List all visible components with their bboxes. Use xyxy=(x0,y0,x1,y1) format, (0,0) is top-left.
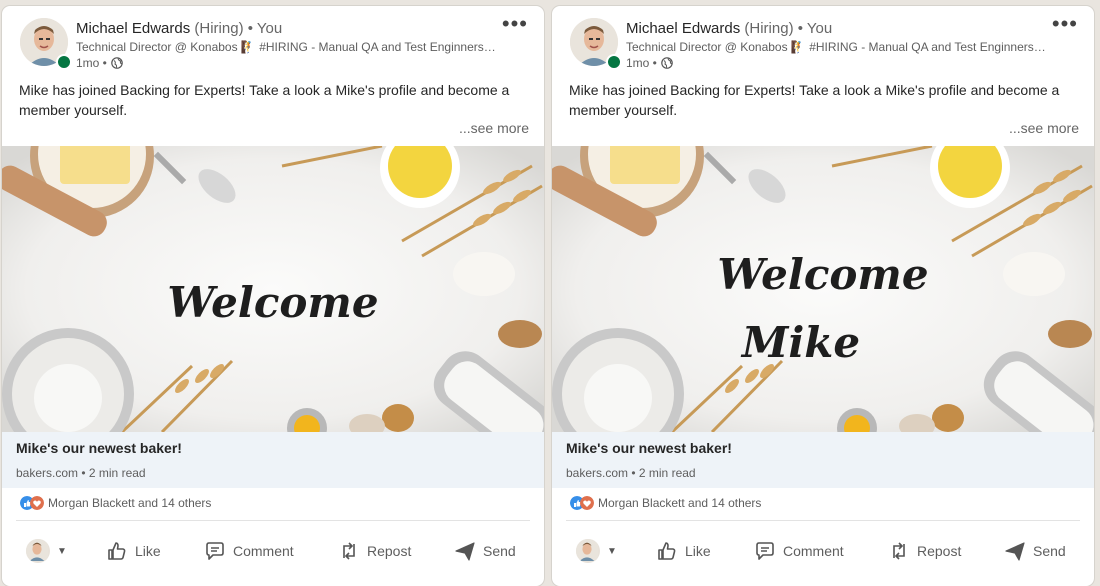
divider xyxy=(566,520,1080,521)
post-time: 1mo • xyxy=(626,56,657,70)
repost-label: Repost xyxy=(367,543,412,559)
you-label: • You xyxy=(247,20,283,37)
more-options-icon[interactable]: ••• xyxy=(502,13,528,35)
like-label: Like xyxy=(685,543,711,559)
actor-avatar xyxy=(26,539,50,563)
send-button[interactable]: Send xyxy=(454,534,516,568)
globe-icon xyxy=(111,57,123,69)
repost-label: Repost xyxy=(917,543,962,559)
article-title[interactable]: Mike's our newest baker! xyxy=(566,440,732,456)
reactions-summary[interactable]: Morgan Blackett and 14 others xyxy=(570,496,761,510)
actor-switcher[interactable]: ▼ xyxy=(576,534,617,568)
thumbs-up-icon xyxy=(658,542,676,560)
reactions-summary[interactable]: Morgan Blackett and 14 others xyxy=(20,496,211,510)
globe-icon xyxy=(661,57,673,69)
chevron-down-icon: ▼ xyxy=(57,545,67,557)
author-headline: Technical Director @ Konabos 🧗 #HIRING -… xyxy=(626,40,1046,54)
hiring-badge: (Hiring) xyxy=(744,20,794,37)
send-plane-icon xyxy=(455,542,475,561)
welcome-caption-line-1: Welcome xyxy=(717,250,929,299)
actor-avatar xyxy=(576,539,600,563)
comment-bubble-icon xyxy=(756,542,774,560)
comment-label: Comment xyxy=(233,543,294,559)
post-image[interactable]: Welcome xyxy=(2,146,544,432)
divider xyxy=(16,520,530,521)
post-time: 1mo • xyxy=(76,56,107,70)
chevron-down-icon: ▼ xyxy=(607,545,617,557)
social-actions-bar: ▼ Like Comment Repost Send xyxy=(552,534,1094,570)
post-body: Mike has joined Backing for Experts! Tak… xyxy=(19,82,510,118)
comment-button[interactable]: Comment xyxy=(754,534,844,568)
article-link[interactable]: Mike's our newest baker! bakers.com • 2 … xyxy=(552,432,1094,488)
online-status-dot xyxy=(606,54,622,70)
author-headline: Technical Director @ Konabos 🧗 #HIRING -… xyxy=(76,40,496,54)
repost-arrows-icon xyxy=(893,542,905,560)
author-name[interactable]: Michael Edwards xyxy=(76,20,190,37)
more-options-icon[interactable]: ••• xyxy=(1052,13,1078,35)
post-header: Michael Edwards (Hiring) • You Technical… xyxy=(2,6,544,76)
like-button[interactable]: Like xyxy=(656,534,711,568)
author-name[interactable]: Michael Edwards xyxy=(626,20,740,37)
post-header: Michael Edwards (Hiring) • You Technical… xyxy=(552,6,1094,76)
actor-switcher[interactable]: ▼ xyxy=(26,534,67,568)
post-body: Mike has joined Backing for Experts! Tak… xyxy=(569,82,1060,118)
hiring-badge: (Hiring) xyxy=(194,20,244,37)
love-reaction-icon xyxy=(30,496,44,510)
repost-button[interactable]: Repost xyxy=(338,534,411,568)
article-meta: bakers.com • 2 min read xyxy=(566,466,696,480)
thumbs-up-icon xyxy=(108,542,126,560)
welcome-caption-line-1: Welcome xyxy=(167,278,379,327)
see-more-link[interactable]: ...see more xyxy=(1009,120,1079,136)
love-reaction-icon xyxy=(580,496,594,510)
post-image[interactable]: Welcome Mike xyxy=(552,146,1094,432)
see-more-link[interactable]: ...see more xyxy=(459,120,529,136)
repost-button[interactable]: Repost xyxy=(888,534,961,568)
online-status-dot xyxy=(56,54,72,70)
send-button[interactable]: Send xyxy=(1004,534,1066,568)
article-title[interactable]: Mike's our newest baker! xyxy=(16,440,182,456)
repost-arrows-icon xyxy=(343,542,355,560)
send-label: Send xyxy=(483,543,516,559)
you-label: • You xyxy=(797,20,833,37)
send-label: Send xyxy=(1033,543,1066,559)
comment-label: Comment xyxy=(783,543,844,559)
comment-bubble-icon xyxy=(206,542,224,560)
reactions-text: Morgan Blackett and 14 others xyxy=(598,496,762,510)
comment-button[interactable]: Comment xyxy=(204,534,294,568)
post-card-left: Michael Edwards (Hiring) • You Technical… xyxy=(2,6,544,586)
post-card-right: Michael Edwards (Hiring) • You Technical… xyxy=(552,6,1094,586)
social-actions-bar: ▼ Like Comment Repost Send xyxy=(2,534,544,570)
article-meta: bakers.com • 2 min read xyxy=(16,466,146,480)
send-plane-icon xyxy=(1005,542,1025,561)
like-label: Like xyxy=(135,543,161,559)
article-link[interactable]: Mike's our newest baker! bakers.com • 2 … xyxy=(2,432,544,488)
welcome-caption-line-2: Mike xyxy=(741,318,861,367)
like-button[interactable]: Like xyxy=(106,534,161,568)
reactions-text: Morgan Blackett and 14 others xyxy=(48,496,212,510)
